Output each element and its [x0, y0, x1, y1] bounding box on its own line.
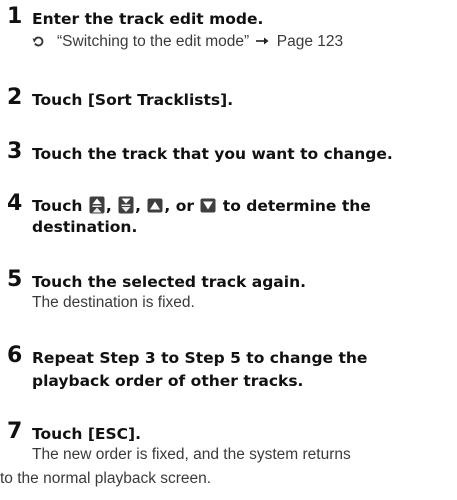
- step-number: 6: [7, 343, 23, 368]
- move-down-icon: [200, 198, 216, 213]
- step-title: Touch the track that you want to change.: [32, 145, 393, 163]
- title-text: , or: [164, 197, 200, 215]
- reference-text[interactable]: “Switching to the edit mode”: [57, 33, 249, 50]
- step-number: 3: [7, 139, 23, 164]
- right-arrow-icon: [256, 32, 269, 52]
- step-number: 2: [7, 85, 23, 110]
- step-number: 5: [7, 267, 23, 292]
- step-description: The destination is fixed.: [32, 294, 195, 311]
- step-number: 7: [7, 419, 23, 444]
- step-number: 1: [7, 4, 23, 29]
- step-title: Enter the track edit mode.: [32, 10, 264, 28]
- step-description: The new order is fixed, and the system r…: [32, 446, 351, 463]
- step-title: Touch the selected track again.: [32, 273, 306, 291]
- cross-reference: “Switching to the edit mode” Page 123: [32, 32, 343, 52]
- move-to-bottom-icon: [118, 196, 134, 214]
- step-description-line-2: to the normal playback screen.: [0, 470, 212, 487]
- reference-page[interactable]: Page 123: [277, 33, 343, 50]
- step-title-line-2: destination.: [32, 218, 138, 236]
- step-title-line-2: playback order of other tracks.: [32, 372, 304, 390]
- move-to-top-icon: [89, 196, 105, 214]
- step-title: Touch [Sort Tracklists].: [32, 91, 234, 109]
- move-up-icon: [147, 198, 163, 213]
- title-text: to determine the: [217, 197, 371, 215]
- step-number: 4: [7, 191, 23, 216]
- title-text: ,: [135, 197, 147, 215]
- title-text: ,: [105, 197, 118, 215]
- step-title: Touch [ESC].: [32, 425, 141, 443]
- reference-hook-icon: [32, 32, 45, 52]
- step-title: Repeat Step 3 to Step 5 to change the: [32, 349, 368, 367]
- step-title: Touch , , , or to determine the: [32, 196, 455, 216]
- title-text: Touch: [32, 197, 88, 215]
